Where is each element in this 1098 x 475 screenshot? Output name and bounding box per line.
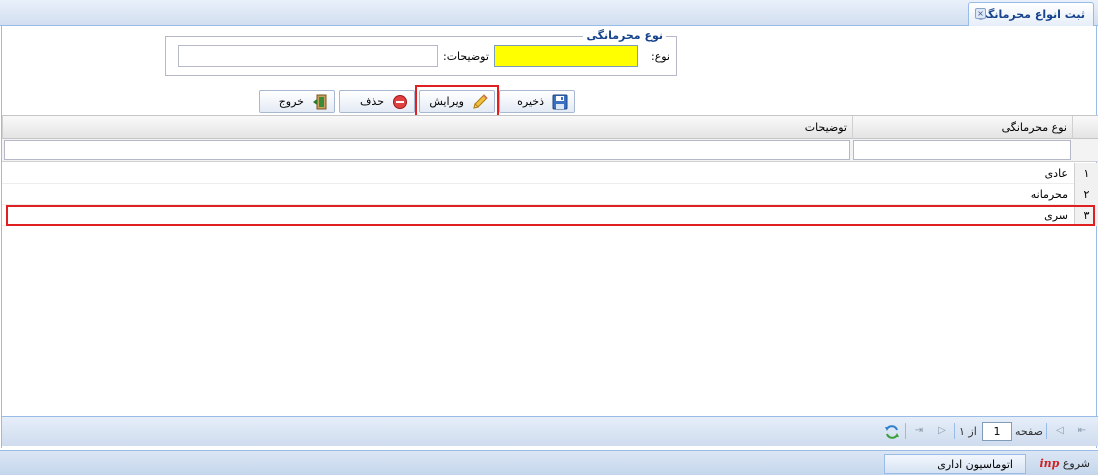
- paging-toolbar: ⇤ ◁ صفحه 1 از ۱ ▷ ⇥: [2, 416, 1098, 446]
- tab-title: ثبت انواع محرمانگی: [976, 8, 1085, 21]
- paging-separator: [954, 423, 955, 439]
- refresh-icon[interactable]: [884, 424, 900, 440]
- description-label: توضیحات:: [443, 50, 489, 63]
- prev-page-icon[interactable]: ◁: [1054, 425, 1066, 437]
- save-button[interactable]: ذخیره: [499, 90, 575, 113]
- table-row[interactable]: ۲ محرمانه: [2, 184, 1098, 205]
- exit-door-icon: [313, 94, 327, 110]
- first-page-icon[interactable]: ⇤: [1076, 425, 1088, 437]
- page-of-label: از ۱: [959, 425, 977, 438]
- row-number: ۱: [1074, 163, 1098, 184]
- filter-type-input[interactable]: [853, 140, 1071, 160]
- grid-header: نوع محرمانگی توضیحات: [2, 115, 1098, 139]
- taskbar: شروع inp اتوماسیون اداری: [0, 450, 1098, 475]
- row-type-cell[interactable]: محرمانه: [1031, 188, 1068, 201]
- row-number: ۲: [1074, 184, 1098, 205]
- paging-separator: [1046, 423, 1047, 439]
- close-icon[interactable]: ×: [975, 8, 986, 19]
- start-button[interactable]: شروع inp: [1039, 457, 1090, 470]
- save-icon: [552, 94, 568, 110]
- exit-button[interactable]: خروج: [259, 90, 335, 113]
- edit-button-highlight: [415, 85, 499, 118]
- column-header-type[interactable]: نوع محرمانگی: [852, 116, 1072, 139]
- fieldset-legend: نوع محرمانگی: [583, 29, 666, 42]
- app-logo: inp: [1039, 457, 1060, 470]
- delete-icon: [393, 95, 407, 109]
- exit-button-label: خروج: [278, 95, 304, 108]
- next-page-icon[interactable]: ▷: [936, 425, 948, 437]
- table-row[interactable]: ۱ عادی: [2, 163, 1098, 184]
- tab-bar: ثبت انواع محرمانگی ×: [0, 0, 1098, 26]
- delete-button-label: حذف: [360, 95, 384, 108]
- row-number-header: [1072, 116, 1098, 139]
- description-input[interactable]: [178, 45, 438, 67]
- selected-row-highlight: [6, 205, 1095, 226]
- confidentiality-fieldset: نوع محرمانگی نوع: توضیحات:: [165, 29, 677, 76]
- page-number-input[interactable]: 1: [982, 422, 1012, 441]
- save-button-label: ذخیره: [517, 95, 544, 108]
- type-input[interactable]: [494, 45, 638, 67]
- tab-record-types[interactable]: ثبت انواع محرمانگی ×: [968, 2, 1094, 26]
- filter-description-input[interactable]: [4, 140, 850, 160]
- taskbar-item-office-automation[interactable]: اتوماسیون اداری: [884, 454, 1026, 474]
- paging-separator: [905, 423, 906, 439]
- row-type-cell[interactable]: عادی: [1045, 167, 1068, 180]
- delete-button[interactable]: حذف: [339, 90, 415, 113]
- start-label: شروع: [1062, 457, 1090, 470]
- page-label: صفحه: [1015, 425, 1043, 438]
- grid-filter-row: [2, 139, 1098, 162]
- column-header-description[interactable]: توضیحات: [2, 116, 852, 139]
- type-label: نوع:: [650, 50, 670, 63]
- content-panel: نوع محرمانگی نوع: توضیحات: ذخیره ویرایش …: [1, 26, 1098, 448]
- last-page-icon[interactable]: ⇥: [913, 425, 925, 437]
